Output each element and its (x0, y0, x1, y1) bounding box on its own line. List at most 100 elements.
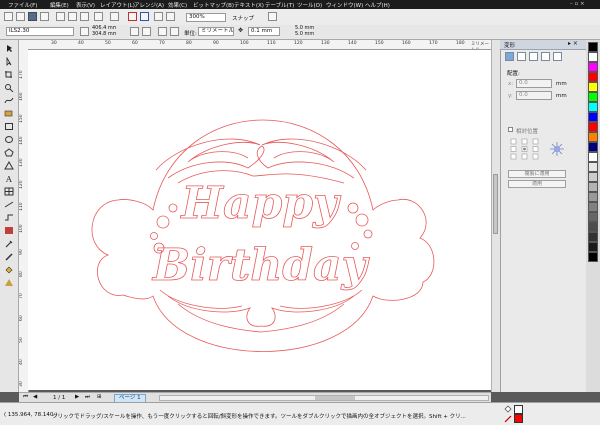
transform-position-tab-icon[interactable] (505, 52, 514, 61)
parallel-dimension-tool-icon[interactable] (4, 200, 14, 209)
pick-tool-icon[interactable] (4, 44, 14, 53)
menu-edit[interactable]: 編集(E) (50, 1, 69, 9)
palette-swatch[interactable] (588, 182, 598, 192)
design-artwork[interactable]: Happy Birthday (28, 50, 491, 390)
palette-swatch[interactable] (588, 242, 598, 252)
duplicate-distance-y-field[interactable]: 5.0 mm (288, 31, 326, 38)
undo-icon[interactable] (94, 12, 103, 21)
redo-icon[interactable] (110, 12, 119, 21)
zoom-tool-icon[interactable] (4, 83, 14, 93)
rectangle-tool-icon[interactable] (4, 122, 14, 131)
design-line-happy[interactable]: Happy (179, 178, 342, 230)
palette-swatch[interactable] (588, 222, 598, 232)
palette-swatch[interactable] (588, 112, 598, 122)
add-page-icon[interactable]: ⊞ (97, 394, 102, 400)
menu-text[interactable]: テキスト(X) (234, 1, 264, 9)
page-height-field[interactable]: 304.8 mm (82, 31, 116, 38)
interactive-blend-tool-icon[interactable] (4, 226, 14, 235)
palette-swatch[interactable] (588, 52, 598, 62)
palette-swatch[interactable] (588, 192, 598, 202)
basic-shapes-tool-icon[interactable] (4, 160, 14, 170)
paper-size-select[interactable]: ILS2.30 (6, 27, 74, 36)
menu-arrange[interactable]: アレンジ(A) (134, 1, 164, 9)
new-document-icon[interactable] (4, 12, 13, 21)
all-pages-icon[interactable] (158, 27, 167, 36)
print-icon[interactable] (40, 12, 49, 21)
transform-size-tab-icon[interactable] (541, 52, 550, 61)
transform-skew-tab-icon[interactable] (553, 52, 562, 61)
first-page-icon[interactable]: ⏮ (23, 394, 28, 401)
transform-rotate-tab-icon[interactable] (517, 52, 526, 61)
save-icon[interactable] (28, 12, 37, 21)
menu-tools[interactable]: ツール(O) (297, 1, 322, 9)
menu-window[interactable]: ウィンドウ(W) (326, 1, 363, 9)
zoom-level-select[interactable]: 300% (186, 13, 226, 22)
current-page-icon[interactable] (170, 27, 179, 36)
import-icon[interactable] (128, 12, 137, 21)
palette-swatch[interactable] (588, 92, 598, 102)
palette-swatch[interactable] (588, 62, 598, 72)
transform-scale-tab-icon[interactable] (529, 52, 538, 61)
position-x-field[interactable]: 0.0 (516, 79, 552, 88)
vertical-scroll-thumb[interactable] (493, 174, 498, 234)
polygon-tool-icon[interactable] (4, 148, 14, 157)
palette-swatch[interactable] (588, 152, 598, 162)
anchor-grid[interactable] (510, 138, 540, 160)
horizontal-ruler[interactable]: 30 40 50 60 70 80 90 100 110 120 130 140… (19, 40, 491, 50)
landscape-icon[interactable] (142, 27, 151, 36)
fill-color-swatch[interactable] (514, 405, 523, 414)
horizontal-scroll-thumb[interactable] (315, 396, 355, 400)
outline-indicator-icon[interactable] (504, 415, 512, 423)
drawing-canvas[interactable]: Happy Birthday (28, 50, 491, 390)
menu-layout[interactable]: レイアウト(L) (100, 1, 135, 9)
palette-swatch[interactable] (588, 172, 598, 182)
next-page-icon[interactable]: ▶ (75, 394, 79, 400)
outline-color-swatch[interactable] (514, 414, 523, 423)
smart-fill-tool-icon[interactable] (4, 109, 14, 118)
export-icon[interactable] (140, 12, 149, 21)
copy-icon[interactable] (68, 12, 77, 21)
eyedropper-tool-icon[interactable] (4, 239, 14, 248)
interactive-fill-tool-icon[interactable] (4, 278, 14, 287)
previous-page-icon[interactable]: ◀ (33, 394, 37, 400)
options-icon[interactable] (268, 12, 277, 21)
application-launcher-icon[interactable] (154, 12, 163, 21)
paste-icon[interactable] (80, 12, 89, 21)
menu-help[interactable]: ヘルプ(H) (365, 1, 390, 9)
apply-to-duplicate-button[interactable]: 複製に適用 (508, 170, 566, 178)
palette-swatch[interactable] (588, 202, 598, 212)
palette-swatch[interactable] (588, 82, 598, 92)
relative-position-checkbox[interactable] (508, 127, 513, 132)
connector-tool-icon[interactable] (4, 213, 14, 222)
unit-select[interactable]: ミリメートル (198, 27, 234, 36)
fill-tool-icon[interactable] (4, 265, 14, 274)
position-y-field[interactable]: 0.0 (516, 91, 552, 100)
palette-swatch[interactable] (588, 142, 598, 152)
horizontal-scrollbar[interactable] (159, 395, 489, 401)
shape-tool-icon[interactable] (4, 56, 14, 66)
palette-swatch[interactable] (588, 232, 598, 242)
window-controls-icon[interactable]: – ▫ × (570, 1, 585, 7)
apply-button[interactable]: 適用 (508, 180, 566, 188)
table-tool-icon[interactable] (4, 187, 14, 196)
menu-effects[interactable]: 効果(C) (168, 1, 187, 9)
design-line-birthday[interactable]: Birthday (150, 240, 371, 292)
last-page-icon[interactable]: ⏭ (85, 394, 90, 401)
ellipse-tool-icon[interactable] (4, 135, 14, 144)
menu-file[interactable]: ファイル(F) (8, 1, 37, 9)
welcome-screen-icon[interactable] (166, 12, 175, 21)
palette-swatch[interactable] (588, 132, 598, 142)
outline-pen-tool-icon[interactable] (4, 252, 14, 261)
nudge-distance-field[interactable]: 0.1 mm (248, 27, 280, 36)
crop-tool-icon[interactable] (4, 70, 14, 79)
portrait-icon[interactable] (130, 27, 139, 36)
palette-swatch[interactable] (588, 42, 598, 52)
text-tool-icon[interactable]: A (4, 174, 14, 184)
menu-table[interactable]: テーブル(T) (265, 1, 294, 9)
open-icon[interactable] (16, 12, 25, 21)
menu-view[interactable]: 表示(V) (76, 1, 95, 9)
palette-swatch[interactable] (588, 102, 598, 112)
docker-close-icon[interactable]: ▸ × (568, 40, 578, 47)
cut-icon[interactable] (56, 12, 65, 21)
palette-swatch[interactable] (588, 122, 598, 132)
